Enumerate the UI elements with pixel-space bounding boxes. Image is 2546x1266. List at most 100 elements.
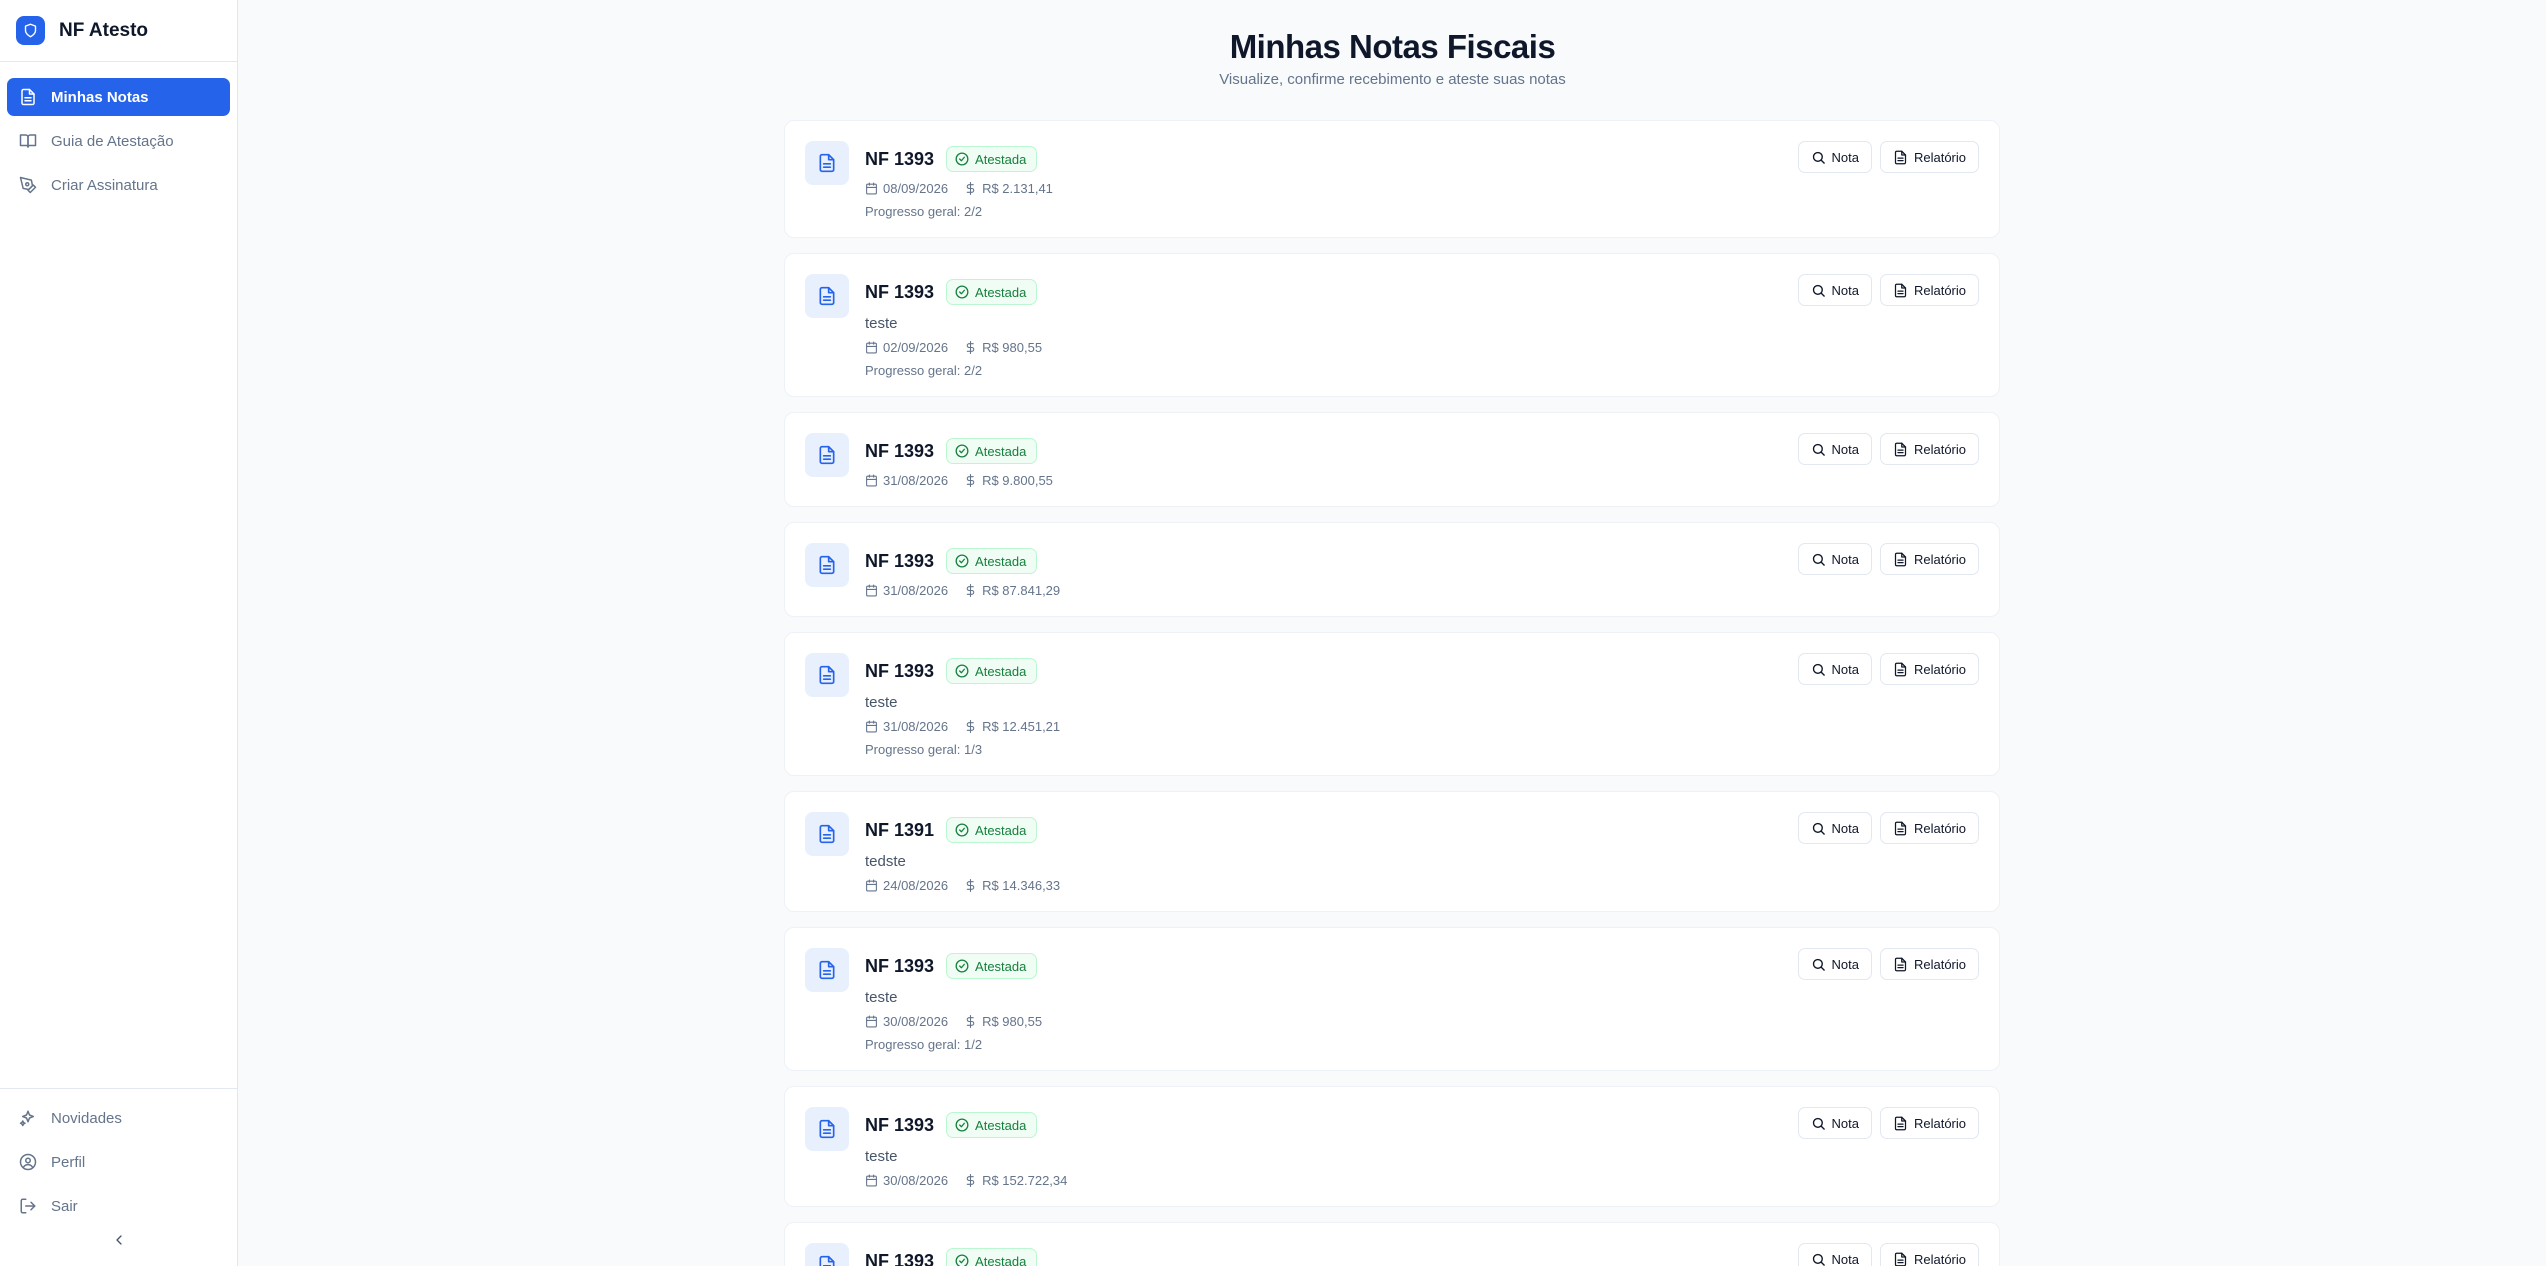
dollar-icon <box>966 879 975 892</box>
nota-label: Nota <box>1831 551 1859 567</box>
nota-label: Nota <box>1831 956 1859 972</box>
note-value-text: R$ 980,55 <box>982 340 1043 355</box>
note-description: teste <box>865 315 898 332</box>
collapse-sidebar-button[interactable] <box>0 1232 237 1248</box>
note-meta: 08/09/2026 R$ 2.131,41 <box>865 181 1979 196</box>
view-relatorio-button[interactable]: Relatório <box>1879 948 1979 980</box>
sidebar-item-label: Perfil <box>51 1153 86 1171</box>
status-badge: Atestada <box>946 817 1038 843</box>
note-date: 02/09/2026 <box>865 340 948 355</box>
search-icon <box>1812 151 1825 164</box>
dollar-icon <box>966 584 975 597</box>
status-label: Atestada <box>975 151 1027 167</box>
note-value-text: R$ 14.346,33 <box>982 878 1061 893</box>
view-nota-button[interactable]: Nota <box>1797 1107 1872 1139</box>
dollar-icon <box>966 474 975 487</box>
search-icon <box>1812 958 1825 971</box>
note-value: R$ 980,55 <box>964 1014 1042 1029</box>
nota-label: Nota <box>1831 1251 1859 1266</box>
calendar-icon <box>866 341 877 354</box>
sidebar-item-perfil[interactable]: Perfil <box>7 1143 230 1181</box>
sidebar: NF Atesto Minhas Notas Guia de Atestação… <box>0 0 238 1266</box>
sidebar-item-criar-assinatura[interactable]: Criar Assinatura <box>7 166 230 204</box>
file-text-icon <box>805 812 849 856</box>
relatorio-label: Relatório <box>1913 1251 1966 1266</box>
sidebar-nav: Minhas Notas Guia de Atestação Criar Ass… <box>0 62 237 204</box>
nota-label: Nota <box>1831 820 1859 836</box>
view-relatorio-button[interactable]: Relatório <box>1879 141 1979 173</box>
notes-list: NF 1393 Atestada 08/09/2026 R$ 2.131,41 … <box>784 120 2000 1266</box>
note-date: 31/08/2026 <box>865 719 948 734</box>
note-date-text: 31/08/2026 <box>883 719 949 734</box>
dollar-icon <box>966 1174 975 1187</box>
view-nota-button[interactable]: Nota <box>1797 274 1872 306</box>
sidebar-item-guia-de-atestacao[interactable]: Guia de Atestação <box>7 122 230 160</box>
note-date: 30/08/2026 <box>865 1014 948 1029</box>
calendar-icon <box>866 182 877 195</box>
note-date: 08/09/2026 <box>865 181 948 196</box>
note-title: NF 1393 <box>865 660 935 681</box>
calendar-icon <box>866 584 877 597</box>
sidebar-item-sair[interactable]: Sair <box>7 1187 230 1225</box>
view-relatorio-button[interactable]: Relatório <box>1879 812 1979 844</box>
book-icon <box>19 134 37 148</box>
view-nota-button[interactable]: Nota <box>1797 653 1872 685</box>
check-circle-icon <box>955 823 969 837</box>
file-text-icon <box>1894 150 1907 164</box>
view-nota-button[interactable]: Nota <box>1797 812 1872 844</box>
note-value-text: R$ 87.841,29 <box>982 583 1061 598</box>
nota-label: Nota <box>1831 661 1859 677</box>
note-date-text: 31/08/2026 <box>883 473 949 488</box>
dollar-icon <box>966 1015 975 1028</box>
sidebar-item-minhas-notas[interactable]: Minhas Notas <box>7 78 230 116</box>
search-icon <box>1812 663 1825 676</box>
note-meta: 31/08/2026 R$ 12.451,21 <box>865 719 1979 734</box>
note-meta: 31/08/2026 R$ 87.841,29 <box>865 583 1979 598</box>
view-nota-button[interactable]: Nota <box>1797 1243 1872 1266</box>
view-relatorio-button[interactable]: Relatório <box>1879 1107 1979 1139</box>
file-text-icon <box>805 433 849 477</box>
status-badge: Atestada <box>946 1112 1038 1138</box>
pen-tool-icon <box>19 176 37 194</box>
note-date-text: 24/08/2026 <box>883 878 949 893</box>
note-progress: Progresso geral: 1/2 <box>865 1037 983 1052</box>
status-badge: Atestada <box>946 438 1038 464</box>
file-text-icon <box>1894 957 1907 971</box>
view-relatorio-button[interactable]: Relatório <box>1879 433 1979 465</box>
note-actions: Nota Relatório <box>1790 543 1979 575</box>
file-text-icon <box>805 1243 849 1266</box>
view-nota-button[interactable]: Nota <box>1797 433 1872 465</box>
note-date-text: 02/09/2026 <box>883 340 949 355</box>
note-date-text: 30/08/2026 <box>883 1173 949 1188</box>
sidebar-item-label: Minhas Notas <box>51 88 149 106</box>
note-title: NF 1393 <box>865 148 935 169</box>
note-progress: Progresso geral: 1/3 <box>865 742 983 757</box>
nota-label: Nota <box>1831 149 1859 165</box>
view-nota-button[interactable]: Nota <box>1797 948 1872 980</box>
relatorio-label: Relatório <box>1913 661 1966 677</box>
view-relatorio-button[interactable]: Relatório <box>1879 1243 1979 1266</box>
note-actions: Nota Relatório <box>1790 653 1979 685</box>
note-value: R$ 9.800,55 <box>964 473 1053 488</box>
note-title: NF 1391 <box>865 819 935 840</box>
note-card: NF 1393 Atestada teste 30/08/2026 R$ 980… <box>784 927 2000 1071</box>
note-title: NF 1393 <box>865 1114 935 1135</box>
note-description: teste <box>865 1148 898 1165</box>
file-text-icon <box>805 274 849 318</box>
file-text-icon <box>1894 1252 1907 1266</box>
calendar-icon <box>866 1174 877 1187</box>
sidebar-item-novidades[interactable]: Novidades <box>7 1099 230 1137</box>
page-subtitle: Visualize, confirme recebimento e ateste… <box>1219 71 1566 88</box>
view-relatorio-button[interactable]: Relatório <box>1879 274 1979 306</box>
brand[interactable]: NF Atesto <box>0 0 237 62</box>
search-icon <box>1812 443 1825 456</box>
note-value: R$ 2.131,41 <box>964 181 1053 196</box>
note-meta: 24/08/2026 R$ 14.346,33 <box>865 878 1979 893</box>
view-nota-button[interactable]: Nota <box>1797 141 1872 173</box>
view-relatorio-button[interactable]: Relatório <box>1879 653 1979 685</box>
view-nota-button[interactable]: Nota <box>1797 543 1872 575</box>
calendar-icon <box>866 720 877 733</box>
view-relatorio-button[interactable]: Relatório <box>1879 543 1979 575</box>
file-text-icon <box>805 543 849 587</box>
main-content: Minhas Notas Fiscais Visualize, confirme… <box>239 0 2546 1266</box>
